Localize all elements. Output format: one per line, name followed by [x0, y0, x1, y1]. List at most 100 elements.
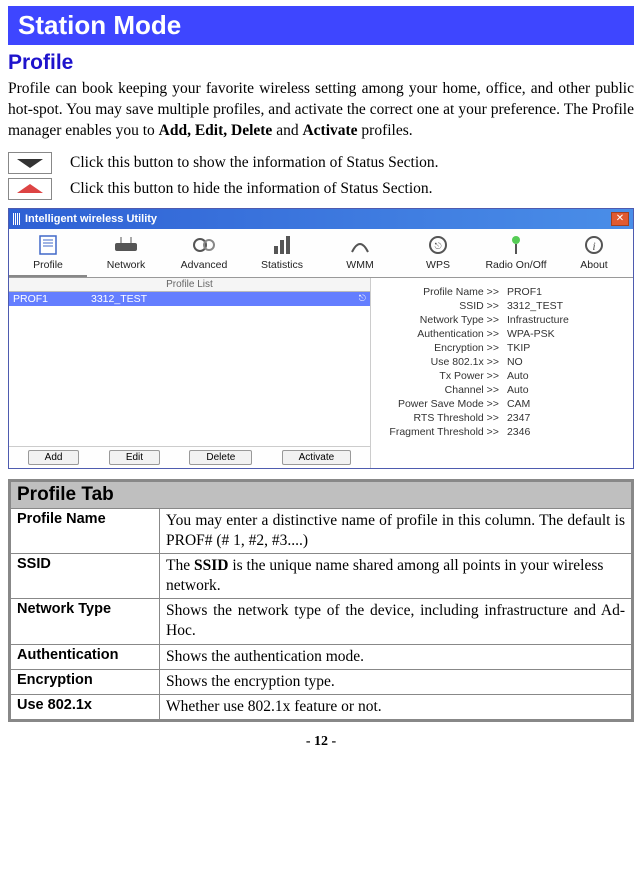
chevron-down-icon[interactable]: [8, 152, 52, 174]
network-icon: [87, 231, 165, 259]
tab-label: WPS: [399, 259, 477, 271]
tab-wps[interactable]: ⎋ WPS: [399, 229, 477, 277]
detail-row: Fragment Threshold >>2346: [379, 426, 627, 438]
profile-subheading: Profile: [8, 51, 634, 75]
statistics-icon: [243, 231, 321, 259]
detail-row: Use 802.1x >>NO: [379, 356, 627, 368]
profile-row-ssid: 3312_TEST: [91, 293, 346, 305]
detail-row: Power Save Mode >>CAM: [379, 398, 627, 410]
profile-icon: [9, 231, 87, 259]
detail-key: Tx Power >>: [379, 370, 503, 382]
field-desc: The SSID is the unique name shared among…: [160, 554, 631, 598]
wps-icon: ⎋: [399, 231, 477, 259]
titlebar-icon: [13, 213, 21, 225]
detail-row: RTS Threshold >>2347: [379, 412, 627, 424]
table-row: Network TypeShows the network type of th…: [11, 599, 631, 643]
gear-icon: [165, 231, 243, 259]
table-row: Profile NameYou may enter a distinctive …: [11, 509, 631, 553]
field-desc: Shows the network type of the device, in…: [160, 599, 631, 643]
svg-text:i: i: [592, 239, 595, 253]
detail-key: Use 802.1x >>: [379, 356, 503, 368]
field-label: Profile Name: [11, 509, 159, 553]
up-arrow-desc: Click this button to hide the informatio…: [70, 180, 433, 198]
signal-icon: ⎋: [346, 293, 366, 305]
table-row: EncryptionShows the encryption type.: [11, 670, 631, 694]
tab-label: About: [555, 259, 633, 271]
tab-wmm[interactable]: WMM: [321, 229, 399, 277]
field-label: Network Type: [11, 599, 159, 643]
tab-statistics[interactable]: Statistics: [243, 229, 321, 277]
detail-key: Network Type >>: [379, 314, 503, 326]
detail-row: Channel >>Auto: [379, 384, 627, 396]
field-label: Encryption: [11, 670, 159, 694]
detail-value: Auto: [503, 370, 627, 382]
detail-key: Channel >>: [379, 384, 503, 396]
field-desc: Shows the encryption type.: [160, 670, 631, 694]
detail-row: Network Type >>Infrastructure: [379, 314, 627, 326]
tab-label: Profile: [9, 259, 87, 271]
profile-detail-panel: Profile Name >>PROF1SSID >>3312_TESTNetw…: [371, 278, 633, 468]
section-header: Station Mode: [8, 6, 634, 45]
detail-row: SSID >>3312_TEST: [379, 300, 627, 312]
field-label: SSID: [11, 554, 159, 598]
detail-value: PROF1: [503, 286, 627, 298]
profile-list-header: Profile List: [9, 278, 370, 292]
up-arrow-row: Click this button to hide the informatio…: [8, 178, 634, 200]
edit-button[interactable]: Edit: [109, 450, 160, 465]
activate-button[interactable]: Activate: [282, 450, 352, 465]
add-button[interactable]: Add: [28, 450, 80, 465]
tab-profile[interactable]: Profile: [9, 229, 87, 277]
radio-icon: [477, 231, 555, 259]
detail-key: Authentication >>: [379, 328, 503, 340]
table-row: Use 802.1xWhether use 802.1x feature or …: [11, 695, 631, 719]
profile-list-panel: Profile List PROF1 3312_TEST ⎋ Add Edit …: [9, 278, 371, 468]
detail-key: Encryption >>: [379, 342, 503, 354]
profile-tab-table: Profile Tab Profile NameYou may enter a …: [8, 479, 634, 722]
detail-value: TKIP: [503, 342, 627, 354]
detail-value: 2346: [503, 426, 627, 438]
detail-value: 3312_TEST: [503, 300, 627, 312]
table-row: AuthenticationShows the authentication m…: [11, 645, 631, 669]
intro-paragraph: Profile can book keeping your favorite w…: [8, 79, 634, 142]
down-arrow-desc: Click this button to show the informatio…: [70, 154, 439, 172]
down-arrow-row: Click this button to show the informatio…: [8, 152, 634, 174]
detail-key: SSID >>: [379, 300, 503, 312]
page-number: - 12 -: [8, 734, 634, 750]
tab-about[interactable]: i About: [555, 229, 633, 277]
field-desc: You may enter a distinctive name of prof…: [160, 509, 631, 553]
info-icon: i: [555, 231, 633, 259]
field-desc: Whether use 802.1x feature or not.: [160, 695, 631, 719]
detail-key: Profile Name >>: [379, 286, 503, 298]
utility-screenshot: Intelligent wireless Utility ✕ Profile N…: [8, 208, 634, 469]
table-row: SSIDThe SSID is the unique name shared a…: [11, 554, 631, 598]
toolbar: Profile Network Advanced Statistics WMM: [9, 229, 633, 278]
close-icon[interactable]: ✕: [611, 212, 629, 226]
wmm-icon: [321, 231, 399, 259]
detail-value: Infrastructure: [503, 314, 627, 326]
button-row: Add Edit Delete Activate: [9, 446, 370, 468]
detail-value: WPA-PSK: [503, 328, 627, 340]
profile-tab-header: Profile Tab: [11, 482, 631, 508]
delete-button[interactable]: Delete: [189, 450, 252, 465]
tab-label: Statistics: [243, 259, 321, 271]
detail-key: Power Save Mode >>: [379, 398, 503, 410]
detail-row: Encryption >>TKIP: [379, 342, 627, 354]
tab-label: Advanced: [165, 259, 243, 271]
tab-network[interactable]: Network: [87, 229, 165, 277]
profile-list-row[interactable]: PROF1 3312_TEST ⎋: [9, 292, 370, 306]
detail-row: Tx Power >>Auto: [379, 370, 627, 382]
tab-label: Network: [87, 259, 165, 271]
window-title: Intelligent wireless Utility: [25, 213, 157, 225]
chevron-up-icon[interactable]: [8, 178, 52, 200]
detail-row: Authentication >>WPA-PSK: [379, 328, 627, 340]
tab-radio[interactable]: Radio On/Off: [477, 229, 555, 277]
field-label: Use 802.1x: [11, 695, 159, 719]
detail-value: CAM: [503, 398, 627, 410]
tab-label: Radio On/Off: [477, 259, 555, 271]
tab-advanced[interactable]: Advanced: [165, 229, 243, 277]
tab-label: WMM: [321, 259, 399, 271]
detail-value: Auto: [503, 384, 627, 396]
detail-row: Profile Name >>PROF1: [379, 286, 627, 298]
detail-value: 2347: [503, 412, 627, 424]
window-titlebar: Intelligent wireless Utility ✕: [9, 209, 633, 229]
